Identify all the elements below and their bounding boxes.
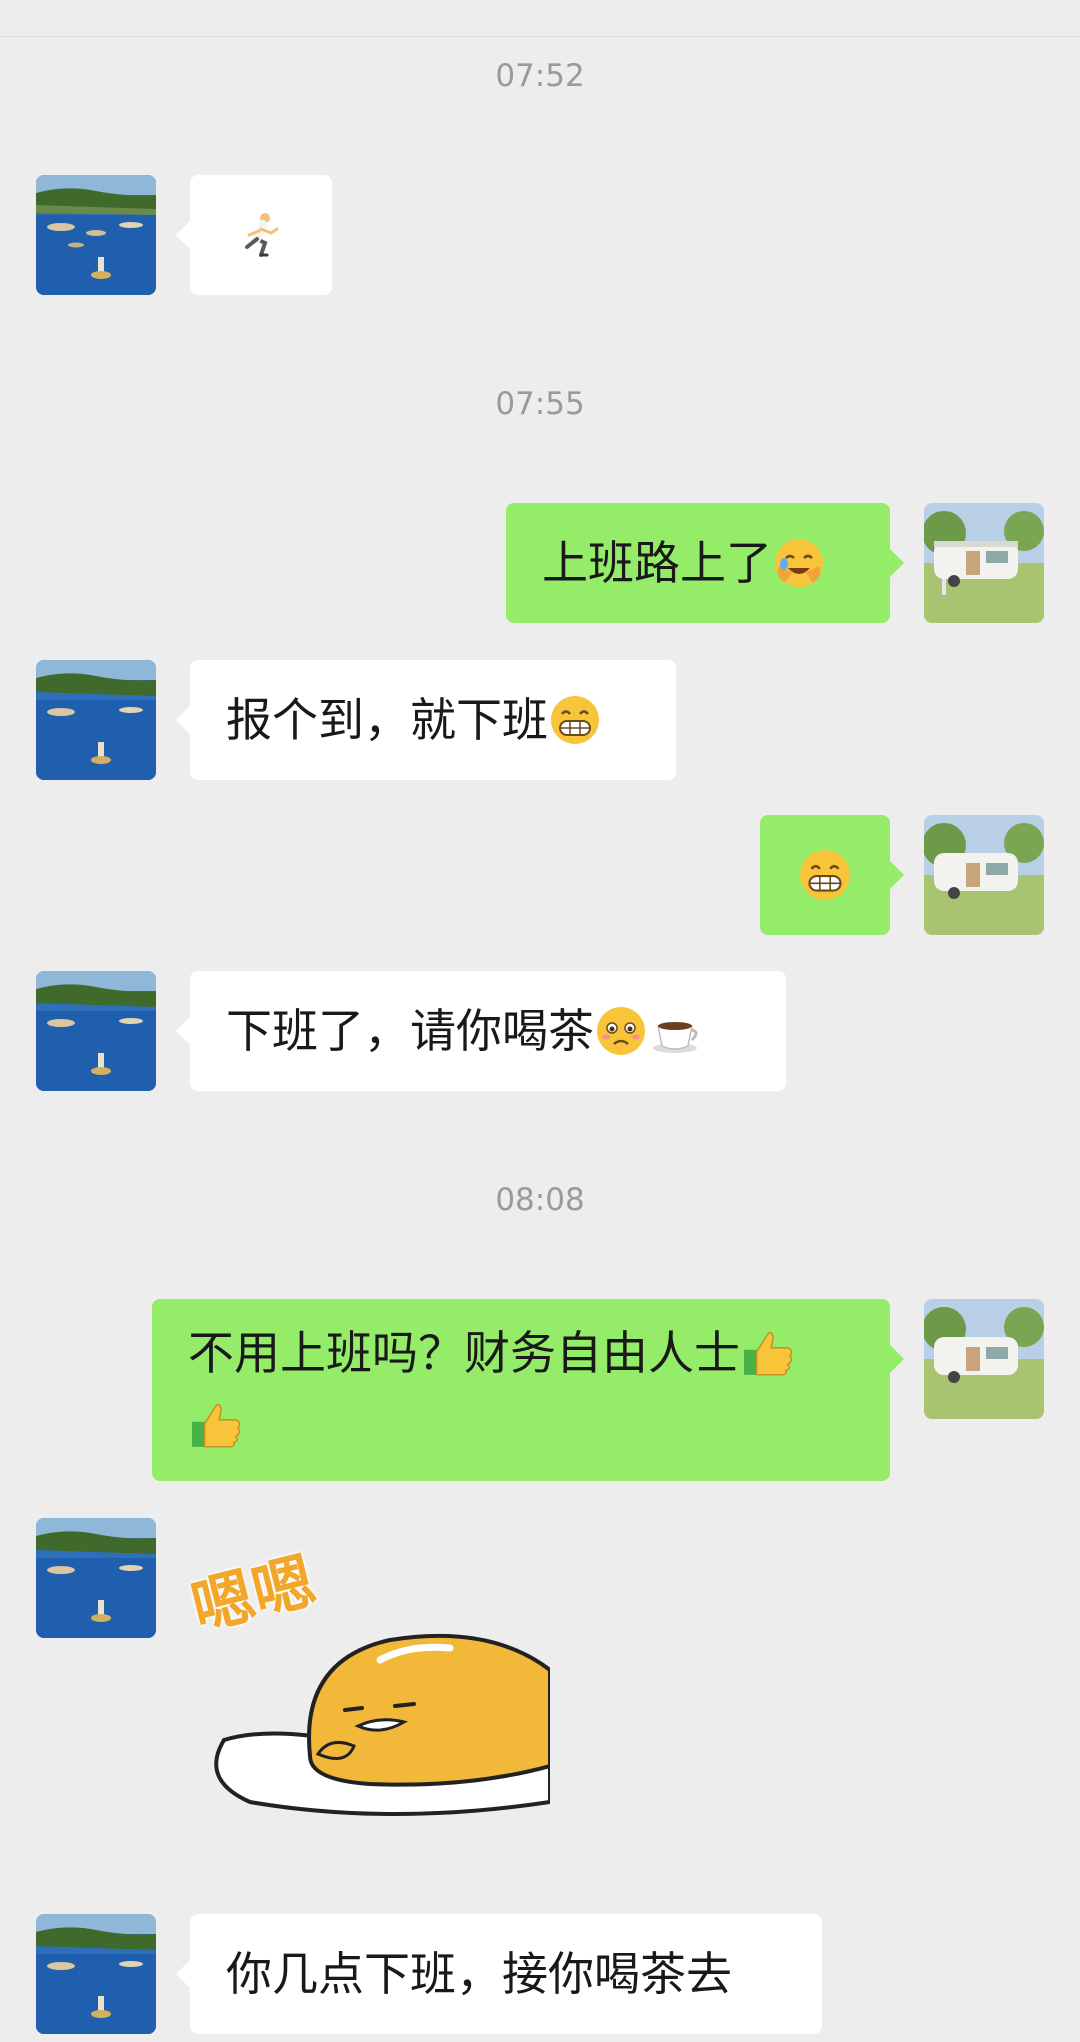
message-text: 你几点下班，接你喝茶去 [226,1947,732,2001]
thumbs-up-emoji-icon [744,1331,793,1376]
caravan-landscape-image [924,503,1044,623]
top-divider [0,0,1080,37]
contact-avatar[interactable] [36,660,156,780]
my-avatar[interactable] [924,1299,1044,1419]
timestamp: 08:08 [495,1182,585,1218]
message-text: 报个到，就下班 [226,693,548,747]
runner-emoji-icon [245,213,279,257]
pleading-emoji-icon [597,1007,645,1055]
message-bubble-outgoing[interactable] [760,815,904,935]
message-bubble-outgoing[interactable]: 上班路上了 [506,503,904,623]
lake-landscape-image [36,971,156,1091]
thumbs-up-emoji-icon [192,1403,241,1448]
message-text: 下班了，请你喝茶 [226,1004,594,1058]
message-bubble-incoming[interactable]: 下班了，请你喝茶 [176,971,786,1091]
lake-landscape-image [36,1518,156,1638]
facepalm-emoji-icon [775,539,823,587]
contact-avatar[interactable] [36,1914,156,2034]
caravan-landscape-image [924,815,1044,935]
contact-avatar[interactable] [36,1518,156,1638]
timestamp: 07:52 [495,58,585,94]
message-text: 不用上班吗？财务自由人士 [188,1326,740,1380]
contact-avatar[interactable] [36,971,156,1091]
caravan-landscape-image [924,1299,1044,1419]
lake-landscape-image [36,660,156,780]
grin-emoji-icon [800,850,850,900]
grin-emoji-icon [551,696,599,744]
timestamp: 07:55 [495,386,585,422]
my-avatar[interactable] [924,503,1044,623]
message-bubble-outgoing[interactable]: 不用上班吗？财务自由人士 [152,1299,904,1481]
tea-emoji-icon [653,1022,698,1053]
my-avatar[interactable] [924,815,1044,935]
message-bubble-incoming[interactable]: 你几点下班，接你喝茶去 [176,1914,822,2034]
lake-landscape-image [36,1914,156,2034]
contact-avatar[interactable] [36,175,156,295]
message-bubble-incoming[interactable]: 报个到，就下班 [176,660,676,780]
message-text: 上班路上了 [542,536,772,590]
lake-landscape-image [36,175,156,295]
lazy-egg-sticker[interactable]: 嗯嗯 [184,1540,552,1820]
message-bubble-incoming[interactable] [176,175,332,295]
